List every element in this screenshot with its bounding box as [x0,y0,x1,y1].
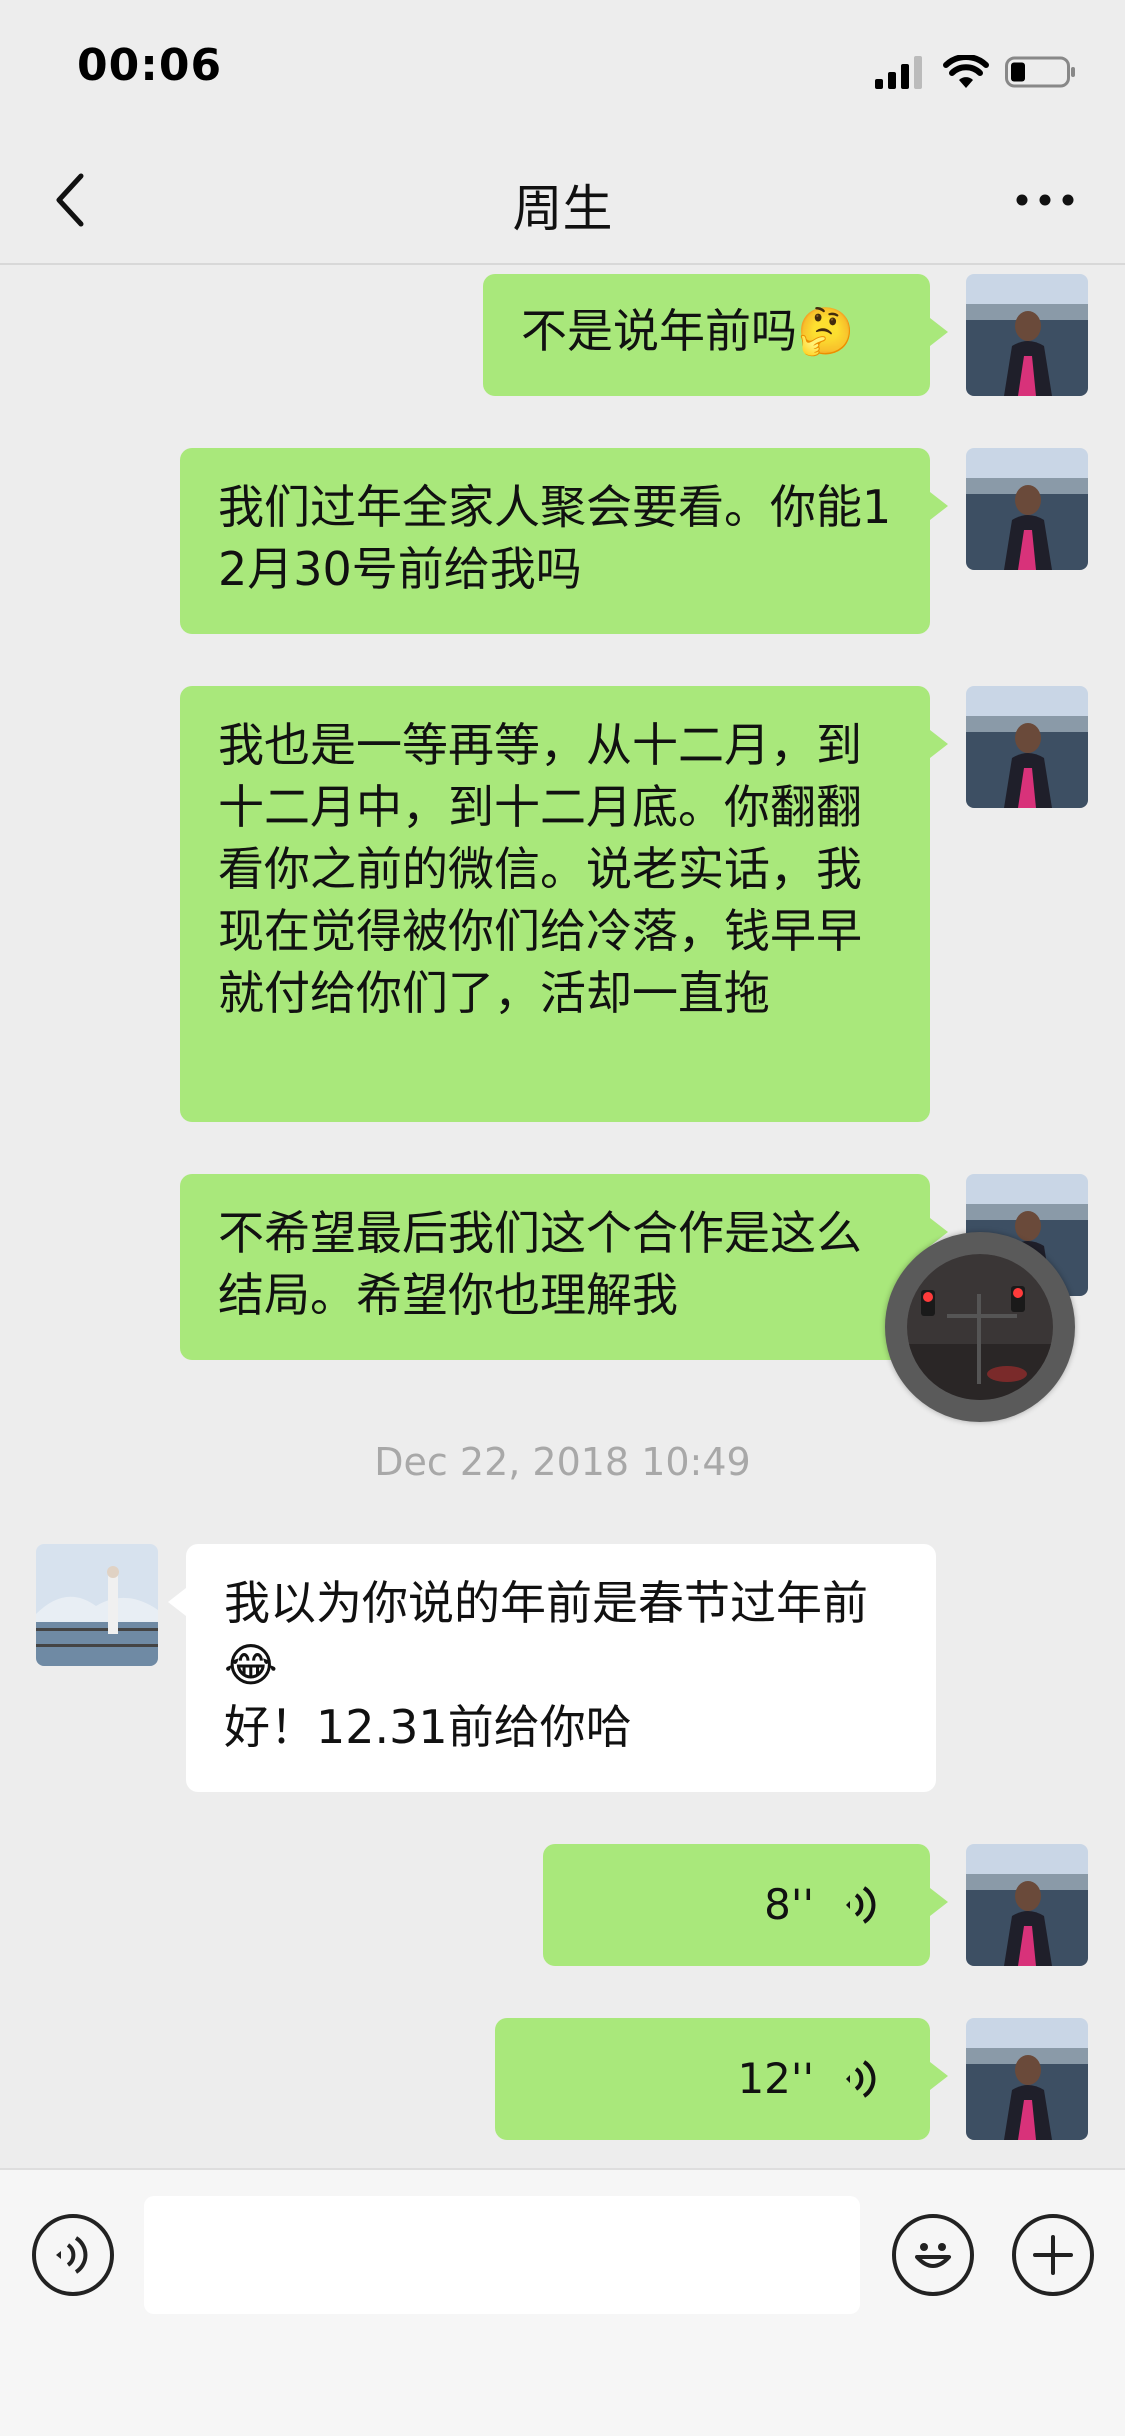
input-bar [0,2168,1125,2436]
plus-icon [1033,2235,1073,2275]
floating-video-window[interactable] [885,1232,1075,1422]
battery-icon [1005,56,1075,88]
traffic-light-thumbnail [907,1254,1053,1400]
status-time: 00:06 [77,40,223,91]
voice-wave-icon [846,1886,876,1924]
avatar-me[interactable] [966,2018,1088,2140]
voice-message-bubble[interactable]: 8'' [543,1844,948,1966]
emoji-button[interactable] [892,2214,974,2296]
signal-icon [875,56,922,89]
chat-title: 周生 [512,180,613,238]
avatar-me[interactable] [966,274,1088,396]
status-icons [875,52,1077,92]
wifi-icon [943,55,989,88]
avatar-me[interactable] [966,1844,1088,1966]
more-button[interactable] [1005,165,1085,235]
voice-duration: 8'' [764,1880,814,1929]
message-bubble-sent[interactable]: 不是说年前吗🤔 [483,274,948,396]
chat-timestamp: Dec 22, 2018 10:49 [374,1440,751,1484]
message-bubble-received[interactable]: 我以为你说的年前是春节过年前😂 好！12.31前给你哈 [168,1544,936,1792]
avatar-contact[interactable] [36,1544,158,1666]
message-bubble-sent[interactable]: 不希望最后我们这个合作是这么结局。希望你也理解我 [180,1174,948,1360]
nav-bar: 周生 [0,135,1125,265]
more-dots-icon [1016,194,1074,206]
voice-wave-icon [846,2060,876,2098]
voice-input-icon [56,2236,88,2274]
emoji-icon [915,2243,951,2268]
message-bubble-sent[interactable]: 我们过年全家人聚会要看。你能12月30号前给我吗 [180,448,948,634]
avatar-me[interactable] [966,686,1088,808]
plus-button[interactable] [1012,2214,1094,2296]
voice-input-button[interactable] [32,2214,114,2296]
avatar-me[interactable] [966,448,1088,570]
message-bubble-sent[interactable]: 我也是一等再等，从十二月，到十二月中，到十二月底。你翻翻看你之前的微信。说老实话… [180,686,948,1122]
status-bar: 00:06 [0,0,1125,135]
voice-duration: 12'' [737,2054,814,2103]
voice-message-bubble[interactable]: 12'' [495,2018,948,2140]
message-input[interactable] [144,2196,860,2314]
